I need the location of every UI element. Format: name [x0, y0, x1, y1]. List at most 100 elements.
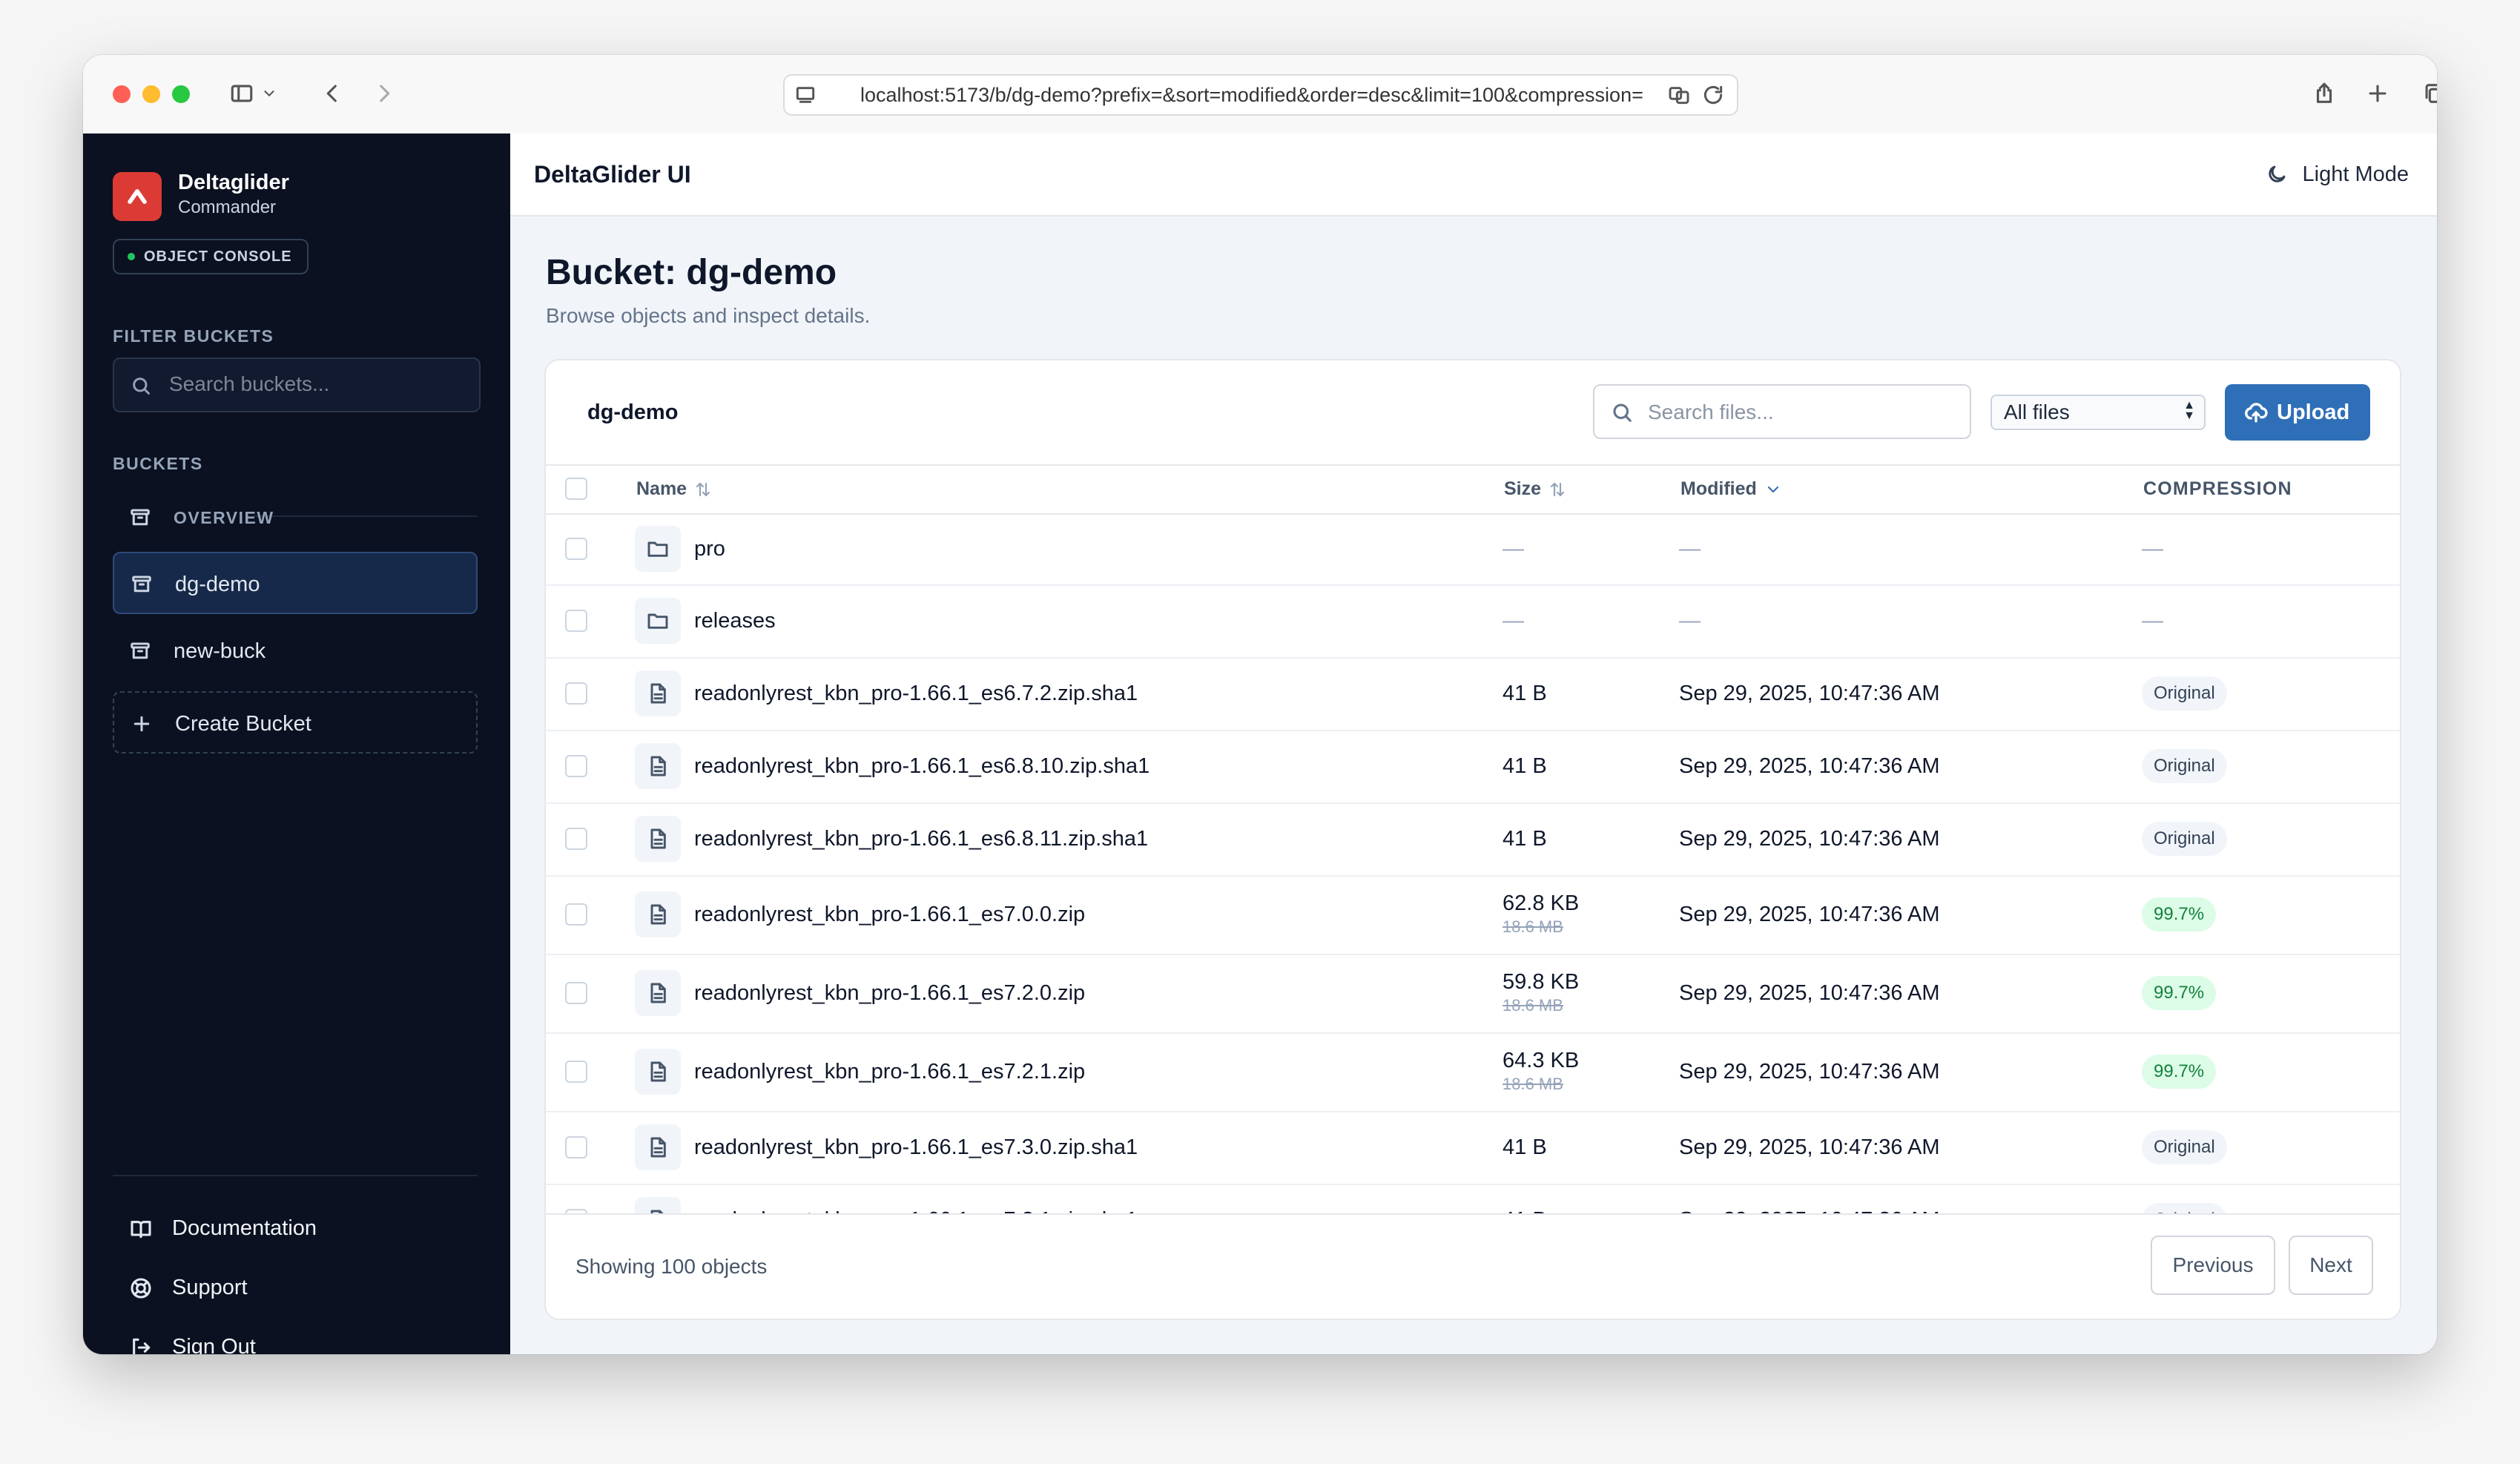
table-row[interactable]: readonlyrest_kbn_pro-1.66.1_es6.7.2.zip.…	[546, 657, 2400, 731]
column-header-compression: COMPRESSION	[2143, 478, 2292, 499]
bucket-search-field[interactable]	[113, 357, 481, 412]
minimize-window-button[interactable]	[142, 85, 160, 103]
object-name[interactable]: pro	[694, 534, 725, 564]
close-window-button[interactable]	[113, 85, 131, 103]
object-name[interactable]: readonlyrest_kbn_pro-1.66.1_es7.2.0.zip	[694, 978, 1085, 1008]
sidebar-toggle-icon[interactable]	[225, 77, 258, 110]
share-icon[interactable]	[2308, 77, 2341, 110]
sidebar-item-label: new-buck	[174, 639, 266, 663]
object-modified: —	[1679, 537, 1701, 561]
upload-button[interactable]: Upload	[2225, 384, 2370, 441]
file-icon	[635, 816, 681, 862]
page-settings-icon[interactable]	[794, 83, 817, 107]
sort-icon	[1550, 483, 1565, 497]
new-tab-icon[interactable]	[2361, 77, 2394, 110]
row-checkbox[interactable]	[565, 1136, 587, 1158]
support-label: Support	[172, 1276, 248, 1299]
row-checkbox[interactable]	[565, 610, 587, 632]
row-checkbox[interactable]	[565, 828, 587, 850]
browser-toolbar: localhost:5173/b/dg-demo?prefix=&sort=mo…	[83, 55, 2437, 135]
file-icon	[635, 1124, 681, 1170]
object-modified: Sep 29, 2025, 10:47:36 AM	[1679, 827, 1940, 851]
object-modified: Sep 29, 2025, 10:47:36 AM	[1679, 903, 1940, 926]
table-row[interactable]: readonlyrest_kbn_pro-1.66.1_es7.3.1.zip.…	[546, 1184, 2400, 1215]
row-checkbox[interactable]	[565, 903, 587, 926]
table-header: Name Size Modified COMPRESSION	[546, 464, 2400, 515]
maximize-window-button[interactable]	[172, 85, 190, 103]
sidebar-item-new-buck[interactable]: new-buck	[113, 620, 478, 682]
column-header-label: Size	[1504, 478, 1542, 499]
page-subtitle: Browse objects and inspect details.	[546, 304, 871, 327]
documentation-link[interactable]: Documentation	[113, 1206, 478, 1250]
object-name[interactable]: readonlyrest_kbn_pro-1.66.1_es6.8.10.zip…	[694, 751, 1149, 781]
top-bar: DeltaGlider UI Light Mode	[510, 133, 2437, 217]
back-icon[interactable]	[316, 77, 349, 110]
previous-page-button[interactable]: Previous	[2151, 1236, 2275, 1295]
column-header-modified[interactable]: Modified	[1680, 464, 1782, 513]
search-icon	[1613, 403, 1632, 422]
sign-out-button[interactable]: Sign Out	[113, 1325, 478, 1354]
table-row[interactable]: readonlyrest_kbn_pro-1.66.1_es7.3.0.zip.…	[546, 1111, 2400, 1185]
table-row[interactable]: releases — — —	[546, 584, 2400, 659]
forward-icon[interactable]	[368, 77, 400, 110]
select-all-checkbox[interactable]	[565, 478, 587, 500]
support-link[interactable]: Support	[113, 1265, 478, 1310]
file-search-field[interactable]	[1593, 384, 1971, 439]
moon-icon	[2268, 165, 2285, 182]
file-icon	[635, 891, 681, 937]
bucket-search-input[interactable]	[168, 359, 467, 409]
column-header-name[interactable]: Name	[636, 464, 712, 513]
table-row[interactable]: readonlyrest_kbn_pro-1.66.1_es7.2.0.zip …	[546, 954, 2400, 1034]
row-checkbox[interactable]	[565, 1061, 587, 1083]
chevron-down-icon	[1767, 487, 1778, 493]
status-dot-icon	[128, 253, 135, 260]
object-compression: —	[2142, 537, 2163, 561]
create-bucket-button[interactable]: Create Bucket	[113, 691, 478, 754]
sidebar-item-dg-demo[interactable]: dg-demo	[113, 552, 478, 614]
column-header-label: Name	[636, 478, 687, 499]
divider	[113, 1175, 478, 1176]
theme-toggle-button[interactable]: Light Mode	[2266, 154, 2409, 194]
table-row[interactable]: pro — — —	[546, 513, 2400, 586]
file-filter-value: All files	[2004, 400, 2070, 423]
file-filter-select[interactable]: All files ▲ ▼	[1990, 395, 2206, 430]
archive-icon	[132, 576, 151, 593]
reload-icon[interactable]	[1701, 83, 1725, 107]
object-name[interactable]: readonlyrest_kbn_pro-1.66.1_es7.0.0.zip	[694, 900, 1085, 929]
row-checkbox[interactable]	[565, 538, 587, 560]
tab-overview-icon[interactable]	[2418, 77, 2437, 110]
object-count: Showing 100 objects	[575, 1255, 768, 1278]
row-checkbox[interactable]	[565, 682, 587, 705]
row-checkbox[interactable]	[565, 755, 587, 777]
sidebar-item-overview[interactable]: OVERVIEW	[113, 487, 478, 549]
table-row[interactable]: readonlyrest_kbn_pro-1.66.1_es6.8.10.zip…	[546, 730, 2400, 804]
object-name[interactable]: readonlyrest_kbn_pro-1.66.1_es7.3.0.zip.…	[694, 1132, 1138, 1162]
next-page-button[interactable]: Next	[2289, 1236, 2373, 1295]
table-row[interactable]: readonlyrest_kbn_pro-1.66.1_es6.8.11.zip…	[546, 802, 2400, 877]
buckets-label: BUCKETS	[113, 454, 203, 473]
object-size: 59.8 KB 18.6 MB	[1503, 968, 1579, 1015]
brand-name: Deltaglider	[178, 171, 289, 194]
compression-badge: Original	[2142, 1130, 2227, 1164]
address-bar[interactable]: localhost:5173/b/dg-demo?prefix=&sort=mo…	[783, 74, 1738, 116]
log-out-icon	[133, 1338, 151, 1354]
plus-icon	[133, 716, 150, 732]
stored-size: 59.8 KB	[1503, 970, 1580, 994]
column-header-size[interactable]: Size	[1504, 464, 1566, 513]
file-icon	[635, 670, 681, 716]
chevron-down-icon[interactable]	[260, 77, 279, 110]
object-modified: Sep 29, 2025, 10:47:36 AM	[1679, 981, 1940, 1005]
table-row[interactable]: readonlyrest_kbn_pro-1.66.1_es7.2.1.zip …	[546, 1032, 2400, 1112]
object-name[interactable]: readonlyrest_kbn_pro-1.66.1_es6.8.11.zip…	[694, 824, 1148, 854]
object-name[interactable]: readonlyrest_kbn_pro-1.66.1_es6.7.2.zip.…	[694, 679, 1138, 708]
object-name[interactable]: releases	[694, 606, 776, 636]
console-badge-label: OBJECT CONSOLE	[144, 248, 292, 265]
breadcrumb[interactable]: dg-demo	[587, 360, 678, 464]
url-text[interactable]: localhost:5173/b/dg-demo?prefix=&sort=mo…	[860, 76, 1654, 114]
row-checkbox[interactable]	[565, 982, 587, 1004]
translate-icon[interactable]	[1667, 83, 1691, 107]
file-search-input[interactable]	[1646, 386, 1961, 439]
cloud-upload-icon	[2245, 403, 2268, 423]
table-row[interactable]: readonlyrest_kbn_pro-1.66.1_es7.0.0.zip …	[546, 875, 2400, 955]
object-name[interactable]: readonlyrest_kbn_pro-1.66.1_es7.2.1.zip	[694, 1057, 1085, 1087]
